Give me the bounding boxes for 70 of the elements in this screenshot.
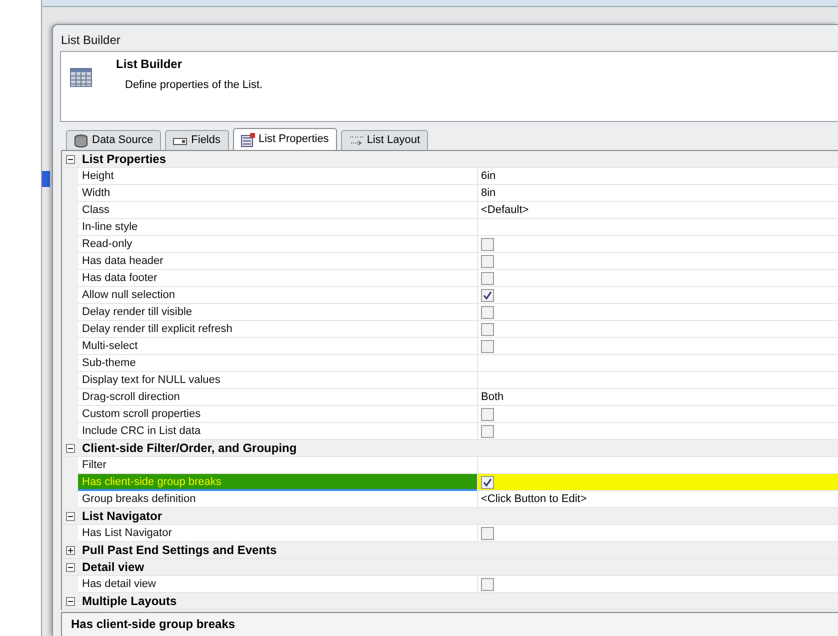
table-icon [70,68,92,87]
property-value[interactable]: Both [477,389,838,406]
checkbox[interactable] [481,238,494,250]
tab[interactable]: Fields [165,130,228,150]
checkbox[interactable] [481,288,494,302]
checkbox[interactable] [481,526,494,540]
property-name[interactable]: Allow null selection [78,287,477,304]
checkbox[interactable] [481,424,494,438]
property-value[interactable]: <Click Button to Edit> [477,491,838,508]
tab[interactable]: List Layout [340,130,428,150]
expand-icon[interactable] [66,546,74,554]
category-label: Detail view [82,559,144,576]
category-label: Client-side Filter/Order, and Grouping [82,440,297,457]
tab[interactable]: Data Source [66,130,162,150]
checkmark-icon [483,290,492,300]
category-label: List Properties [82,151,166,168]
property-name[interactable]: Multi-select [78,338,477,355]
checkbox[interactable] [481,254,494,268]
checkmark-icon [483,478,492,486]
database-icon [74,134,88,148]
property-name[interactable]: Width [78,185,477,202]
collapse-icon[interactable] [66,596,74,606]
category-label: Pull Past End Settings and Events [82,542,277,559]
property-name[interactable]: Height [78,168,477,185]
layout-icon [348,134,363,148]
category-row[interactable]: Pull Past End Settings and Events [62,542,838,559]
property-name[interactable]: Class [78,202,477,219]
category-row[interactable]: Client-side Filter/Order, and Grouping [62,440,838,457]
selection-marker [42,171,50,187]
category-label: Multiple Layouts [82,593,177,610]
property-value[interactable]: 8in [477,185,838,202]
checkbox[interactable] [481,578,494,590]
properties-icon [240,132,254,146]
checkbox[interactable] [481,476,494,488]
status-bar: Has client-side group breaks [61,612,838,636]
property-name[interactable]: Group breaks definition [78,491,477,508]
property-name[interactable]: Has List Navigator [78,525,477,542]
category-label: List Navigator [82,508,162,525]
collapse-icon[interactable] [66,154,74,164]
property-value[interactable]: <Default> [477,202,838,219]
category-row[interactable]: Detail view [62,559,838,576]
property-value[interactable]: 6in [477,168,838,185]
collapse-icon[interactable] [66,512,74,520]
category-row[interactable]: List Properties [62,151,838,168]
property-name[interactable]: Read-only [78,236,477,253]
header-title: List Builder [116,56,184,73]
property-name[interactable]: Has data footer [78,270,477,287]
collapse-icon[interactable] [66,444,74,452]
property-name[interactable]: Has data header [78,253,477,270]
property-name[interactable]: Delay render till explicit refresh [78,321,477,338]
category-row[interactable]: Multiple Layouts [62,593,838,610]
property-name[interactable]: Include CRC in List data [78,423,477,440]
tab[interactable]: List Properties [232,128,337,150]
property-name[interactable]: Delay render till visible [78,304,477,321]
collapse-icon[interactable] [66,562,74,572]
property-name[interactable]: Display text for NULL values [78,372,477,389]
checkbox[interactable] [481,408,494,420]
checkbox[interactable] [481,322,494,336]
checkbox[interactable] [481,272,494,284]
category-row[interactable]: List Navigator [62,508,838,525]
window-title: List Builder [60,32,122,49]
header-subtitle: Define properties of the List. [125,78,263,93]
property-name[interactable]: Drag-scroll direction [78,389,477,406]
property-name[interactable]: Has detail view [78,576,477,593]
property-name[interactable]: Custom scroll properties [78,406,477,423]
checkbox[interactable] [481,340,494,352]
checkbox[interactable] [481,306,494,318]
property-name[interactable]: Sub-theme [78,355,477,372]
property-name[interactable]: In-line style [78,219,477,236]
property-name[interactable]: Filter [78,457,477,474]
